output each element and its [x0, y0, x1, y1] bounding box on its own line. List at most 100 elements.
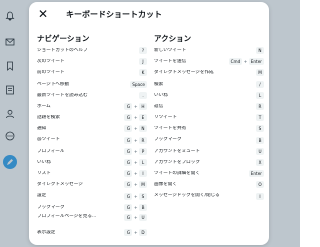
shortcut-label: @ツイート — [37, 137, 60, 143]
shortcut-row: 前のツイート K — [37, 67, 147, 78]
shortcut-keys: L — [256, 91, 264, 99]
shortcut-label: ダイレクトメッセージを作成 — [154, 70, 214, 76]
key-cap: Enter — [248, 58, 264, 66]
key-cap: M — [256, 69, 264, 77]
key-cap: G — [124, 213, 133, 221]
key-cap: X — [256, 158, 264, 166]
shortcut-row: 設定 G + S — [37, 190, 147, 201]
shortcut-row: プロフィールページを見る... G + U — [37, 213, 147, 227]
shortcut-keys: B — [256, 136, 264, 144]
shortcut-keys: ? — [139, 47, 147, 55]
shortcut-label: 最新ツイートを読み込む — [37, 92, 88, 98]
navigation-heading: ナビゲーション — [37, 34, 90, 43]
shortcut-row: ホーム G + H — [37, 101, 147, 112]
key-cap: . — [139, 91, 147, 99]
shortcut-keys: Space — [130, 80, 147, 88]
shortcut-keys: U — [256, 147, 264, 155]
dialog-title: キーボードショートカット — [66, 10, 162, 19]
key-cap: G — [124, 203, 133, 211]
shortcut-label: いいね — [37, 159, 51, 165]
key-cap: Space — [130, 80, 147, 88]
key-cap: Cmd — [228, 58, 243, 66]
key-cap: G — [124, 170, 133, 178]
shortcut-row: ツイートの詳細を開く Enter — [154, 168, 264, 179]
key-plus-separator: + — [243, 59, 248, 65]
shortcut-keys: G + B — [124, 203, 147, 211]
shortcut-keys: G + N — [124, 125, 147, 133]
key-cap: I — [256, 192, 264, 200]
shortcut-row: 通知 G + N — [37, 123, 147, 134]
key-cap: N — [139, 125, 147, 133]
shortcut-keys: G + L — [124, 158, 147, 166]
key-cap: G — [124, 136, 133, 144]
key-cap: B — [256, 136, 264, 144]
key-cap: U — [139, 213, 147, 221]
key-plus-separator: + — [133, 115, 138, 121]
shortcut-label: リスト — [37, 171, 51, 177]
key-cap: D — [139, 228, 147, 236]
key-plus-separator: + — [133, 148, 138, 154]
key-plus-separator: + — [133, 204, 138, 210]
shortcut-keys: G + I — [124, 170, 147, 178]
shortcut-keys: N — [256, 47, 264, 55]
shortcut-keys: X — [256, 158, 264, 166]
key-cap: ? — [139, 47, 147, 55]
key-cap: O — [256, 181, 264, 189]
shortcut-keys: O — [256, 181, 264, 189]
shortcut-label: リツイート — [154, 115, 177, 121]
shortcut-label: プロフィールページを見る... — [37, 213, 97, 219]
key-cap: T — [256, 114, 264, 122]
shortcut-row: いいね G + L — [37, 157, 147, 168]
key-cap: U — [256, 147, 264, 155]
shortcut-label: ホーム — [37, 103, 51, 109]
key-cap: G — [124, 103, 133, 111]
actions-list: 新しいツイート N ツイートを送信 Cmd + Enter ダイレクトメッセージを作成 M 検索… — [154, 45, 264, 202]
key-cap: P — [139, 147, 147, 155]
shortcut-label: ツイートを送信 — [154, 59, 187, 65]
shortcut-row: リツイート T — [154, 112, 264, 123]
shortcut-label: 新しいツイート — [154, 47, 187, 53]
key-cap: R — [139, 136, 147, 144]
shortcut-row: いいね L — [154, 90, 264, 101]
key-cap: G — [124, 158, 133, 166]
shortcut-row: ショートカットのヘルプ? — [37, 45, 147, 56]
key-plus-separator: + — [133, 171, 138, 177]
shortcut-label: 設定 — [37, 193, 47, 199]
shortcut-row: @ツイート G + R — [37, 135, 147, 146]
key-plus-separator: + — [133, 137, 138, 143]
navigation-column: ナビゲーション ショートカットのヘルプ? 次のツイート J 前のツイート K ページ下へ移… — [37, 32, 147, 238]
key-cap: L — [139, 158, 147, 166]
shortcut-row: アカウントをミュート U — [154, 146, 264, 157]
key-plus-separator: + — [133, 193, 138, 199]
key-cap: M — [139, 181, 147, 189]
key-cap: G — [124, 114, 133, 122]
dialog-header: ✕ キーボードショートカット — [29, 2, 269, 26]
key-cap: H — [139, 103, 147, 111]
key-cap: G — [124, 181, 133, 189]
key-cap: S — [139, 192, 147, 200]
key-cap: R — [256, 103, 264, 111]
shortcut-label: アカウントをブロック — [154, 159, 200, 165]
shortcut-label: いいね — [154, 92, 168, 98]
shortcut-row: 画像を開く O — [154, 179, 264, 190]
shortcut-row: ツイートを共有 S — [154, 123, 264, 134]
key-cap: E — [139, 114, 147, 122]
shortcut-label: 検索 — [154, 81, 164, 87]
shortcut-keys: G + S — [124, 192, 147, 200]
key-cap: N — [256, 47, 264, 55]
key-plus-separator: + — [133, 214, 138, 220]
key-cap: B — [139, 203, 147, 211]
shortcut-keys: T — [256, 114, 264, 122]
close-icon[interactable]: ✕ — [36, 7, 50, 21]
shortcut-row: ツイートを送信 Cmd + Enter — [154, 56, 264, 67]
navigation-list: ショートカットのヘルプ? 次のツイート J 前のツイート K ページ下へ移動 Space 最新… — [37, 45, 147, 238]
shortcut-keys: / — [256, 80, 264, 88]
actions-heading: アクション — [154, 34, 192, 43]
shortcut-label: 次のツイート — [37, 59, 65, 65]
shortcut-label: アカウントをミュート — [154, 148, 200, 154]
shortcut-label: 画像を開く — [154, 182, 177, 188]
shortcut-keys: Cmd + Enter — [228, 58, 264, 66]
keyboard-shortcuts-dialog: ✕ キーボードショートカット ナビゲーション ショートカットのヘルプ? 次のツイー… — [29, 2, 269, 245]
shortcut-row: 返信 R — [154, 101, 264, 112]
shortcut-row: 新しいツイート N — [154, 45, 264, 56]
